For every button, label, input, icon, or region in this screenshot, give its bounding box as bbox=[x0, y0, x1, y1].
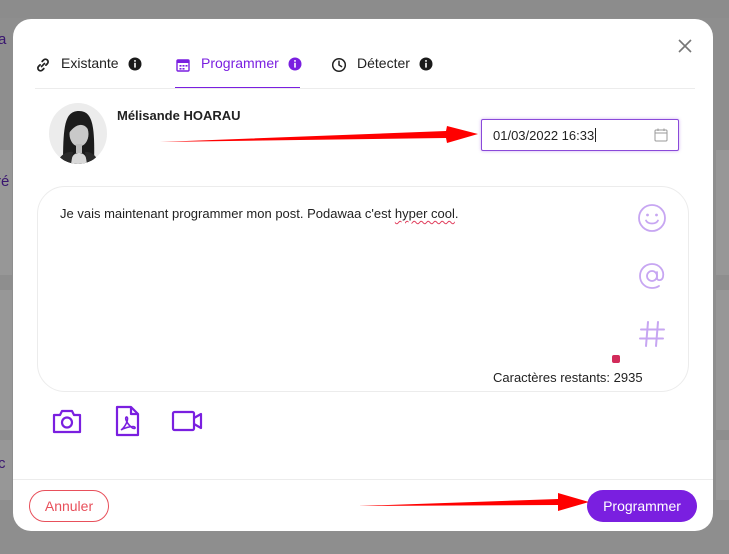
tab-programmer[interactable]: Programmer bbox=[175, 55, 302, 89]
post-text-segment: Je vais maintenant programmer mon post. … bbox=[60, 206, 395, 221]
post-text-segment: . bbox=[454, 206, 459, 221]
scrollbar-thumb[interactable] bbox=[612, 355, 620, 363]
tab-label: Existante bbox=[61, 55, 119, 71]
cancel-button[interactable]: Annuler bbox=[29, 490, 109, 522]
clock-icon bbox=[331, 57, 347, 73]
camera-icon[interactable] bbox=[51, 405, 83, 437]
video-icon[interactable] bbox=[171, 405, 203, 437]
tab-detecter[interactable]: Détecter bbox=[331, 55, 433, 89]
characters-remaining: Caractères restants: 2935 bbox=[493, 370, 643, 385]
background-card bbox=[0, 150, 12, 275]
close-icon[interactable] bbox=[675, 36, 695, 56]
tab-existante[interactable]: Existante bbox=[35, 55, 142, 89]
info-icon[interactable] bbox=[128, 57, 142, 71]
background-text: ré bbox=[0, 173, 10, 190]
pdf-icon[interactable] bbox=[111, 405, 143, 437]
divider bbox=[35, 88, 695, 89]
background-card bbox=[716, 150, 729, 275]
background-card bbox=[716, 290, 729, 430]
schedule-date-value[interactable]: 01/03/2022 16:33 bbox=[493, 128, 596, 143]
editor-toolbar bbox=[629, 199, 674, 359]
schedule-date-input[interactable]: 01/03/2022 16:33 bbox=[481, 119, 679, 151]
background-header bbox=[0, 0, 729, 18]
post-editor[interactable]: Je vais maintenant programmer mon post. … bbox=[37, 186, 689, 392]
post-text[interactable]: Je vais maintenant programmer mon post. … bbox=[60, 206, 458, 221]
background-text: a bbox=[0, 31, 7, 48]
hashtag-icon[interactable] bbox=[637, 319, 667, 349]
schedule-submit-button[interactable]: Programmer bbox=[587, 490, 697, 522]
background-text: c bbox=[0, 455, 6, 472]
tab-label: Détecter bbox=[357, 55, 410, 71]
mention-icon[interactable] bbox=[637, 261, 667, 291]
link-icon bbox=[37, 58, 49, 72]
calendar-icon[interactable] bbox=[654, 128, 668, 142]
background-card bbox=[0, 290, 12, 430]
info-icon[interactable] bbox=[288, 57, 302, 71]
tab-label: Programmer bbox=[201, 55, 279, 71]
spellcheck-word: hyper cool bbox=[394, 206, 455, 221]
info-icon[interactable] bbox=[419, 57, 433, 71]
user-name: Mélisande HOARAU bbox=[117, 108, 241, 123]
background-card bbox=[716, 440, 729, 500]
divider bbox=[13, 479, 713, 480]
calendar-icon bbox=[176, 59, 190, 72]
schedule-post-modal: Existante Programmer Détecter Mélisande … bbox=[13, 19, 713, 531]
avatar bbox=[49, 103, 107, 164]
emoji-icon[interactable] bbox=[637, 203, 667, 233]
